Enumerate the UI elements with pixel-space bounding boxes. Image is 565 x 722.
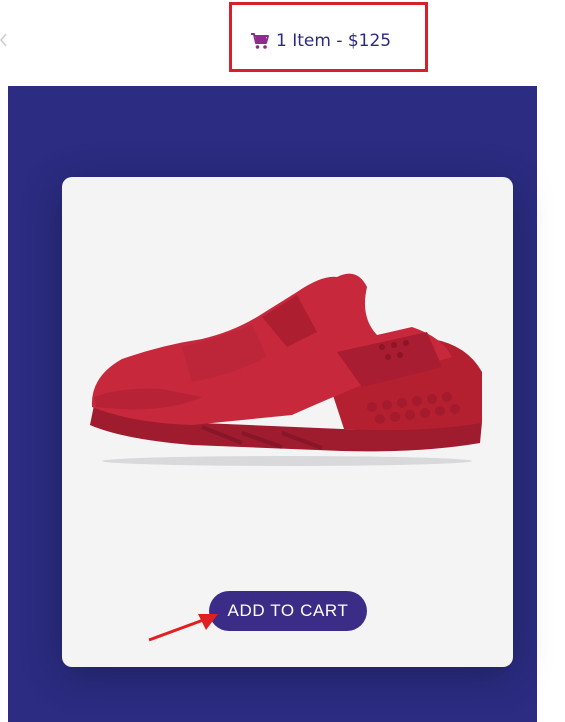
chevron-left-icon[interactable] (0, 33, 8, 47)
product-stage: ADD TO CART (8, 86, 537, 722)
cart-summary[interactable]: 1 Item - $125 (250, 28, 391, 54)
product-card: ADD TO CART (62, 177, 513, 667)
red-sneaker-image (90, 273, 482, 466)
cart-summary-text: 1 Item - $125 (276, 31, 392, 51)
add-to-cart-button[interactable]: ADD TO CART (209, 591, 367, 631)
shopping-cart-icon (251, 33, 269, 49)
top-bar: 1 Item - $125 (0, 0, 565, 86)
